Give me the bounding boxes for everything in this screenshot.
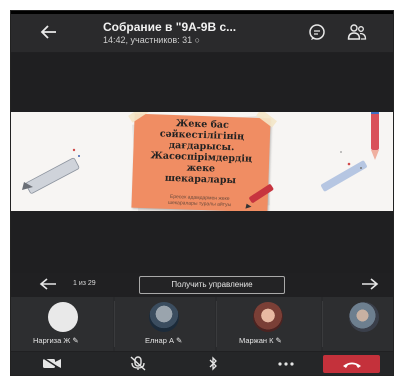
slide-page-count: 1 из 29 [73,280,96,287]
participant-name: Елнар А ✎ [145,336,183,345]
more-options-icon[interactable] [277,356,295,371]
phone-hangup-icon [343,362,361,368]
avatar [149,302,179,332]
pen-decoration-icon [321,112,379,192]
call-controls-toolbar [11,352,393,375]
marker-decoration-icon [245,184,274,209]
meeting-subtitle: 14:42, участников: 31 ○ [103,35,201,45]
participant-tile[interactable]: Елнар А ✎ [115,297,215,351]
slide-navigation: 1 из 29 Получить управление [11,273,393,295]
participants-icon[interactable] [347,23,367,41]
next-slide-arrow-icon[interactable] [361,277,379,291]
participant-name: Наргиза Ж ✎ [33,336,79,345]
participants-strip: Наргиза Ж ✎ Елнар А ✎ Маржан К ✎ [11,297,393,351]
chat-icon[interactable] [308,23,326,41]
avatar [253,302,283,332]
camera-off-icon[interactable] [41,356,63,371]
slide-text-card: Жеке бас сәйкестілігінің дағдарысы. Жасө… [128,112,277,211]
mic-off-icon[interactable] [128,356,148,371]
teams-meeting-window: Собрание в "9А-9В с... 14:42, участников… [10,10,394,376]
shared-slide: Жеке бас сәйкестілігінің дағдарысы. Жасө… [11,112,393,211]
participant-tile[interactable] [323,297,393,351]
bluetooth-icon[interactable] [208,356,218,371]
meeting-title: Собрание в "9А-9В с... [103,20,237,34]
hang-up-button[interactable] [323,355,380,373]
participant-name: Маржан К ✎ [239,336,282,345]
pencil-decoration-icon [22,148,80,194]
previous-slide-arrow-icon[interactable] [39,277,57,291]
back-arrow-icon[interactable] [39,22,59,42]
meeting-header: Собрание в "9А-9В с... 14:42, участников… [11,14,393,52]
participant-tile[interactable]: Наргиза Ж ✎ [11,297,113,351]
presentation-stage: Жеке бас сәйкестілігінің дағдарысы. Жасө… [11,53,393,273]
avatar [349,302,379,332]
avatar [48,302,78,332]
take-control-button[interactable]: Получить управление [139,276,285,294]
participant-tile[interactable]: Маржан К ✎ [217,297,321,351]
